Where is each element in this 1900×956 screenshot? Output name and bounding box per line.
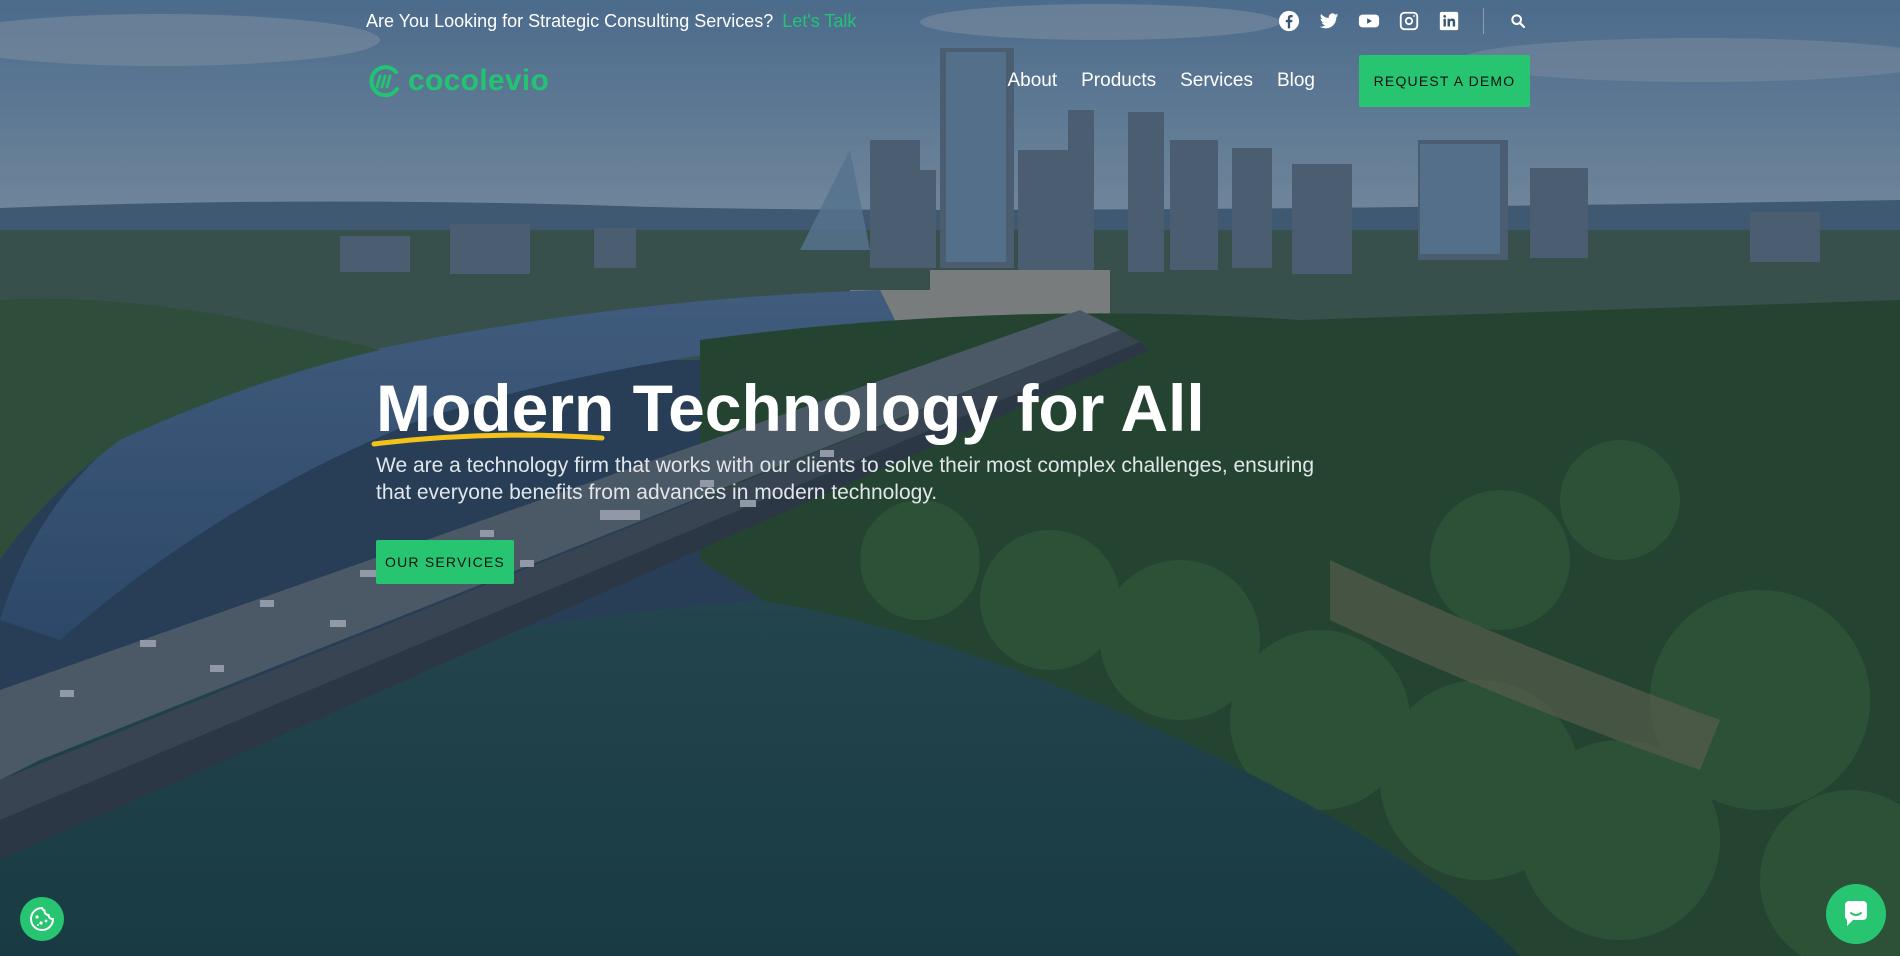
logo-mark-icon bbox=[369, 65, 399, 98]
top-bar: Are You Looking for Strategic Consulting… bbox=[366, 8, 1530, 34]
site-logo[interactable]: cocolevio bbox=[366, 63, 549, 99]
hero-title: Modern Technology for All bbox=[371, 371, 1316, 447]
nav-link-blog[interactable]: Blog bbox=[1277, 70, 1315, 92]
linkedin-icon[interactable] bbox=[1437, 9, 1461, 33]
topbar-message-text: Are You Looking for Strategic Consulting… bbox=[366, 10, 774, 31]
nav-link-products[interactable]: Products bbox=[1081, 70, 1156, 92]
hero-title-highlight: Modern bbox=[371, 372, 614, 447]
hero-section: Modern Technology for All We are a techn… bbox=[371, 371, 1316, 584]
facebook-icon[interactable] bbox=[1277, 9, 1301, 33]
main-navigation: cocolevio About Products Services Blog R… bbox=[366, 55, 1530, 107]
chat-widget-button[interactable] bbox=[1826, 884, 1886, 944]
hero-title-rest: Technology for All bbox=[632, 371, 1205, 445]
request-demo-button[interactable]: REQUEST A DEMO bbox=[1359, 55, 1530, 107]
nav-link-about[interactable]: About bbox=[1007, 70, 1057, 92]
our-services-button[interactable]: OUR SERVICES bbox=[376, 540, 514, 584]
cookie-settings-button[interactable] bbox=[20, 897, 64, 941]
cookie-icon bbox=[30, 906, 55, 931]
logo-text: cocolevio bbox=[408, 64, 550, 97]
nav-links: About Products Services Blog bbox=[1007, 70, 1315, 92]
youtube-icon[interactable] bbox=[1357, 9, 1381, 33]
hero-subtitle: We are a technology firm that works with… bbox=[376, 454, 1315, 504]
topbar-divider bbox=[1483, 8, 1484, 34]
social-links bbox=[1277, 8, 1530, 34]
highlight-underline-icon bbox=[371, 432, 605, 447]
twitter-icon[interactable] bbox=[1317, 9, 1341, 33]
nav-link-services[interactable]: Services bbox=[1180, 70, 1253, 92]
instagram-icon[interactable] bbox=[1397, 9, 1421, 33]
topbar-message: Are You Looking for Strategic Consulting… bbox=[366, 11, 856, 32]
lets-talk-link[interactable]: Let's Talk bbox=[782, 11, 856, 31]
search-icon[interactable] bbox=[1506, 9, 1530, 33]
chat-icon bbox=[1844, 901, 1867, 926]
